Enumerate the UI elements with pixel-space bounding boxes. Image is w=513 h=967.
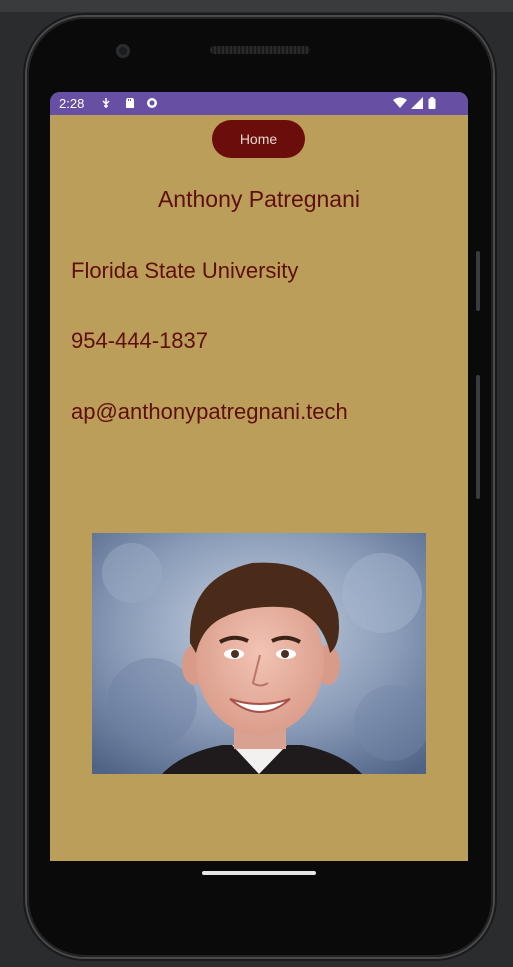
portrait-photo xyxy=(92,533,426,774)
status-bar: 2:28 xyxy=(50,92,468,115)
profile-name: Anthony Patregnani xyxy=(157,186,361,212)
window-top-strip xyxy=(0,0,513,12)
usb-debug-icon xyxy=(102,98,110,108)
app-screen: 2:28 Home Anthony Patregnani Florida Sta… xyxy=(50,92,468,861)
profile-school: Florida State University xyxy=(71,258,299,283)
battery-icon xyxy=(428,97,436,109)
sd-card-icon xyxy=(126,98,134,108)
power-button xyxy=(476,375,480,499)
front-camera xyxy=(116,44,130,58)
home-button[interactable]: Home xyxy=(212,120,305,158)
status-time: 2:28 xyxy=(59,96,85,111)
profile-email: ap@anthonypatregnani.tech xyxy=(71,399,348,424)
signal-icon xyxy=(411,97,423,109)
portrait-image xyxy=(92,533,426,774)
gesture-nav-bar[interactable] xyxy=(202,871,316,875)
volume-button xyxy=(476,251,480,311)
wifi-icon xyxy=(393,97,407,108)
profile-phone: 954-444-1837 xyxy=(71,328,209,353)
notification-icon xyxy=(147,98,157,108)
earpiece-speaker xyxy=(210,46,310,54)
